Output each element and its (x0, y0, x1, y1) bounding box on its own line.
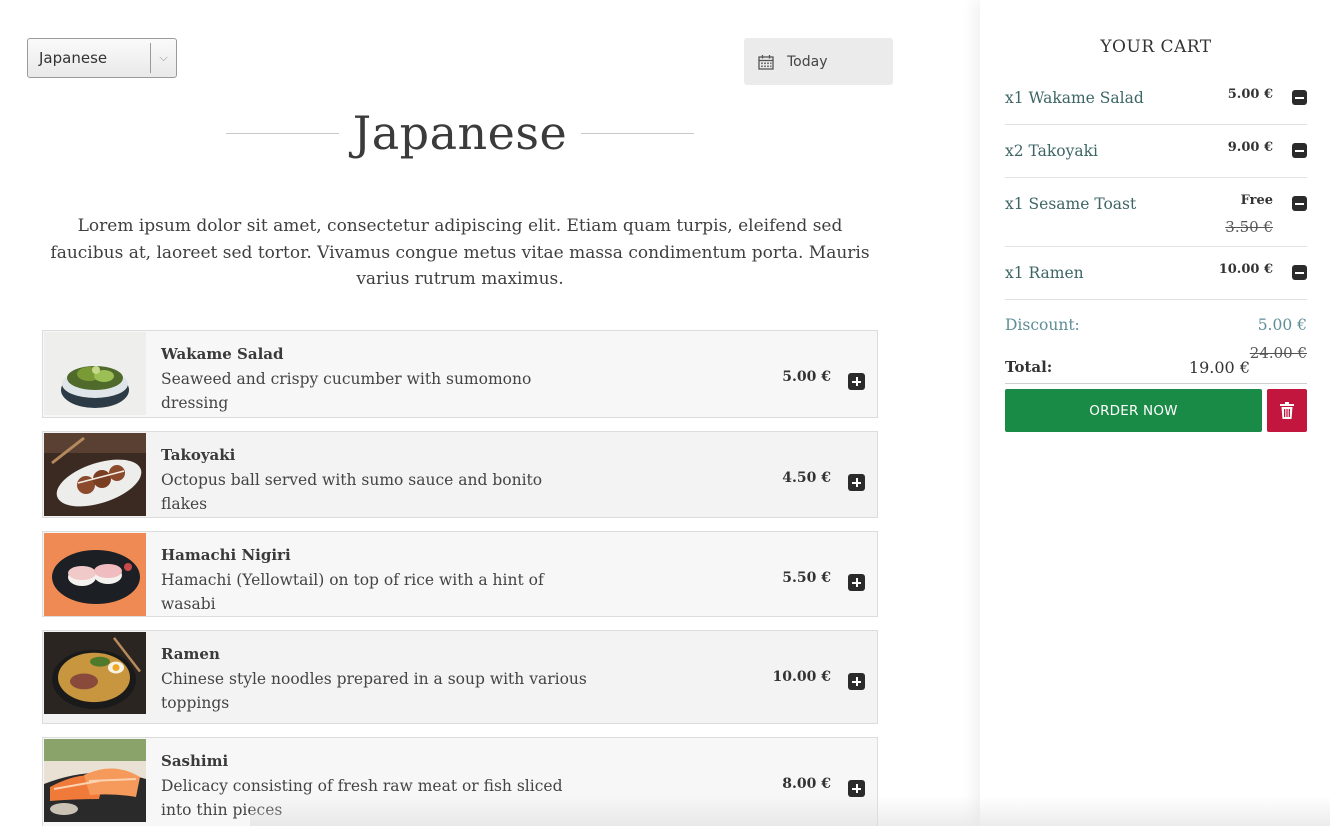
cart-item: x2 Takoyaki 9.00 € (1005, 125, 1307, 178)
cart-item-label: x1 Wakame Salad (1005, 89, 1144, 107)
discount-row: Discount: 5.00 € (1005, 314, 1307, 338)
menu-item-name: Takoyaki (161, 446, 236, 464)
date-label: Today (787, 53, 828, 70)
menu-item: Takoyaki Octopus ball served with sumo s… (42, 431, 878, 518)
add-to-cart-button[interactable] (848, 474, 865, 491)
chevron-down-icon[interactable]: ⌵ (151, 51, 176, 65)
menu-item-price: 5.50 € (782, 570, 831, 586)
cart-item-price: 5.00 € (1227, 87, 1273, 102)
cart-item: x1 Sesame Toast Free 3.50 € (1005, 178, 1307, 247)
calendar-icon (758, 54, 774, 70)
cart-item: x1 Ramen 10.00 € (1005, 247, 1307, 300)
menu-item-price: 8.00 € (782, 776, 831, 792)
cart-item-price: 9.00 € (1227, 140, 1273, 155)
ramen-photo (44, 632, 146, 714)
discount-label: Discount: (1005, 316, 1080, 334)
menu-item-description: Hamachi (Yellowtail) on top of rice with… (161, 571, 544, 613)
cart-title: YOUR CART (1100, 37, 1212, 57)
menu-item-info: Sashimi Delicacy consisting of fresh raw… (161, 751, 591, 822)
menu-item-description: Delicacy consisting of fresh raw meat or… (161, 777, 563, 819)
cart-item-label: x2 Takoyaki (1005, 142, 1098, 160)
title-rule-left (226, 132, 339, 134)
menu-item-description: Chinese style noodles prepared in a soup… (161, 670, 587, 712)
menu-item-description: Octopus ball served with sumo sauce and … (161, 471, 543, 513)
sashimi-photo (44, 739, 146, 822)
total-row: 24.00 € Total: 19.00 € (1005, 342, 1307, 384)
total-label: Total: (1005, 358, 1053, 376)
date-picker-button[interactable]: Today (744, 38, 893, 85)
menu-item-info: Wakame Salad Seaweed and crispy cucumber… (161, 344, 591, 415)
cart-panel: YOUR CART x1 Wakame Salad 5.00 € x2 Tako… (980, 0, 1330, 826)
title-rule-right (581, 132, 695, 134)
cart-item: x1 Wakame Salad 5.00 € (1005, 72, 1307, 125)
hamachi-nigiri-photo (44, 533, 146, 616)
menu-item-description: Seaweed and crispy cucumber with sumomon… (161, 370, 532, 412)
cart-item-label: x1 Ramen (1005, 264, 1084, 282)
menu-item: Hamachi Nigiri Hamachi (Yellowtail) on t… (42, 531, 878, 617)
remove-from-cart-button[interactable] (1292, 90, 1307, 105)
page-title-row: Japanese (226, 100, 695, 166)
menu-item-name: Ramen (161, 645, 220, 663)
order-now-button[interactable]: ORDER NOW (1005, 389, 1262, 432)
clear-cart-button[interactable] (1267, 389, 1307, 432)
menu-item: Wakame Salad Seaweed and crispy cucumber… (42, 330, 878, 418)
cart-item-price: Free (1240, 193, 1273, 208)
add-to-cart-button[interactable] (848, 673, 865, 690)
cuisine-select-value: Japanese (39, 49, 108, 67)
trash-icon (1280, 402, 1294, 419)
menu-item-price: 5.00 € (782, 369, 831, 385)
total-old-value: 24.00 € (1249, 344, 1307, 362)
menu-item: Ramen Chinese style noodles prepared in … (42, 630, 878, 724)
takoyaki-photo (44, 433, 146, 516)
menu-item-price: 10.00 € (772, 669, 831, 685)
menu-panel: Japanese ⌵ Today Japanese Lorem ipsum do… (0, 0, 980, 826)
cart-item-price: 10.00 € (1218, 262, 1273, 277)
cuisine-select[interactable]: Japanese ⌵ (27, 38, 177, 78)
cart-item-label: x1 Sesame Toast (1005, 195, 1137, 213)
menu-item: Sashimi Delicacy consisting of fresh raw… (42, 737, 878, 826)
add-to-cart-button[interactable] (848, 780, 865, 797)
wakame-salad-photo (44, 332, 146, 415)
total-value: 19.00 € (1188, 358, 1250, 377)
remove-from-cart-button[interactable] (1292, 265, 1307, 280)
menu-item-name: Sashimi (161, 752, 229, 770)
add-to-cart-button[interactable] (848, 574, 865, 591)
cart-items: x1 Wakame Salad 5.00 € x2 Takoyaki 9.00 … (1005, 72, 1307, 300)
remove-from-cart-button[interactable] (1292, 196, 1307, 211)
menu-item-name: Wakame Salad (161, 345, 284, 363)
page-title: Japanese (352, 106, 568, 160)
menu-item-name: Hamachi Nigiri (161, 546, 291, 564)
menu-item-info: Takoyaki Octopus ball served with sumo s… (161, 445, 591, 516)
remove-from-cart-button[interactable] (1292, 143, 1307, 158)
menu-item-info: Ramen Chinese style noodles prepared in … (161, 644, 591, 715)
intro-text: Lorem ipsum dolor sit amet, consectetur … (50, 216, 870, 289)
menu-list: Wakame Salad Seaweed and crispy cucumber… (42, 330, 878, 826)
menu-item-price: 4.50 € (782, 470, 831, 486)
discount-value: 5.00 € (1257, 316, 1307, 334)
menu-item-info: Hamachi Nigiri Hamachi (Yellowtail) on t… (161, 545, 591, 616)
cart-item-old-price: 3.50 € (1225, 218, 1273, 236)
add-to-cart-button[interactable] (848, 373, 865, 390)
